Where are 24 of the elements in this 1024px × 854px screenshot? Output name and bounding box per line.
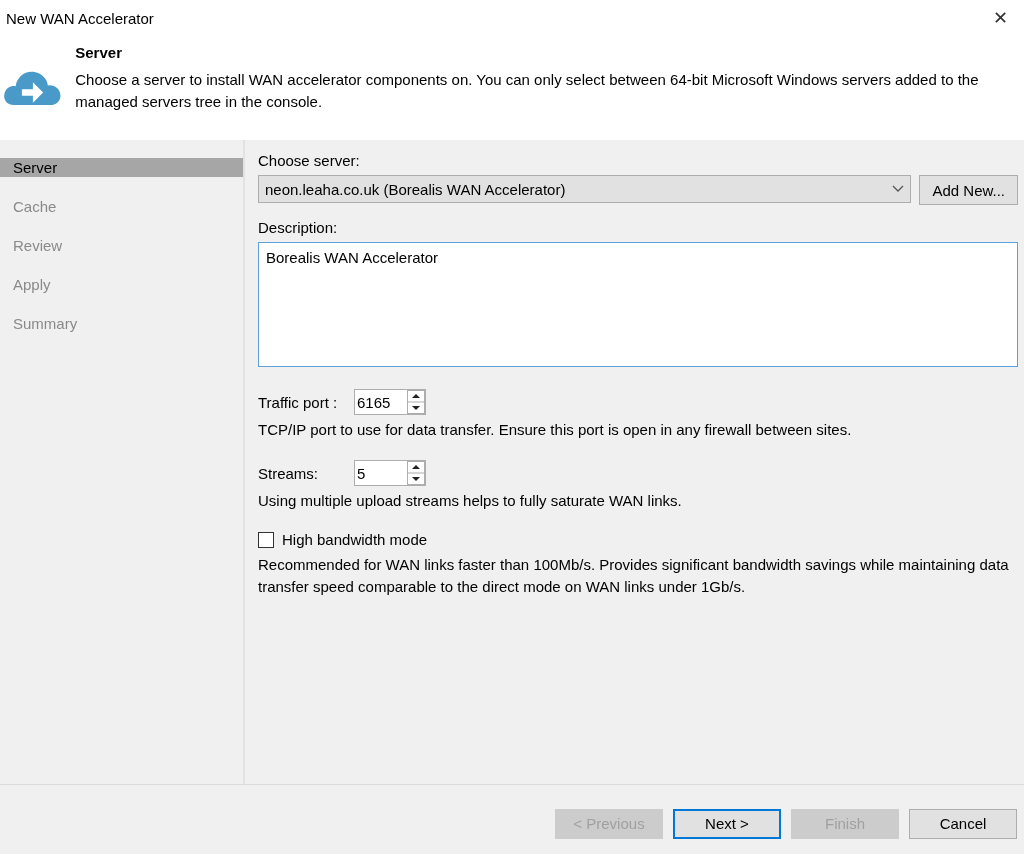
window-title: New WAN Accelerator <box>6 9 154 27</box>
field-label: Traffic port : <box>258 393 339 411</box>
hint-text: TCP/IP port to use for data transfer. Ensure this port is open in any firewall between sites. <box>258 421 853 438</box>
spinner-arrows-icon <box>407 390 425 414</box>
step-description: Choose a server to install WAN accelerator components on. You can only select between 64-bit Microsoft Windows servers added to the managed servers tree in the console. <box>75 70 980 112</box>
wizard-button[interactable]: Cancel <box>909 808 1017 839</box>
checkbox[interactable] <box>258 531 274 548</box>
spinner-arrows-icon <box>407 461 425 485</box>
number-spinner[interactable]: 6165 <box>354 389 426 415</box>
field-label: Streams: <box>258 464 319 482</box>
sidebar-item[interactable]: Server <box>0 158 243 177</box>
field-label: Description: <box>258 219 339 236</box>
caret-icon <box>892 185 905 193</box>
hint-text: Using multiple upload streams helps to fully saturate WAN links. <box>258 492 683 509</box>
server-dropdown[interactable]: neon.leaha.co.uk (Borealis WAN Accelerator) <box>258 175 912 203</box>
checkbox-label: High bandwidth mode <box>282 531 428 548</box>
number-spinner[interactable]: 5 <box>354 460 426 486</box>
description-field[interactable]: Borealis WAN Accelerator <box>258 242 1018 367</box>
hint-text: Recommended for WAN links faster than 100Mb/s. Provides significant bandwidth savings while maintaining data transfer speed comparable to the direct mode on WAN links under 1Gb/s. <box>258 555 1010 597</box>
step-title: Server <box>75 44 123 61</box>
close-button[interactable]: ✕ <box>983 7 1018 29</box>
wizard-button[interactable]: Next > <box>673 808 781 839</box>
add-new-button[interactable]: Add New... <box>919 175 1018 205</box>
field-label: Choose server: <box>258 152 361 169</box>
